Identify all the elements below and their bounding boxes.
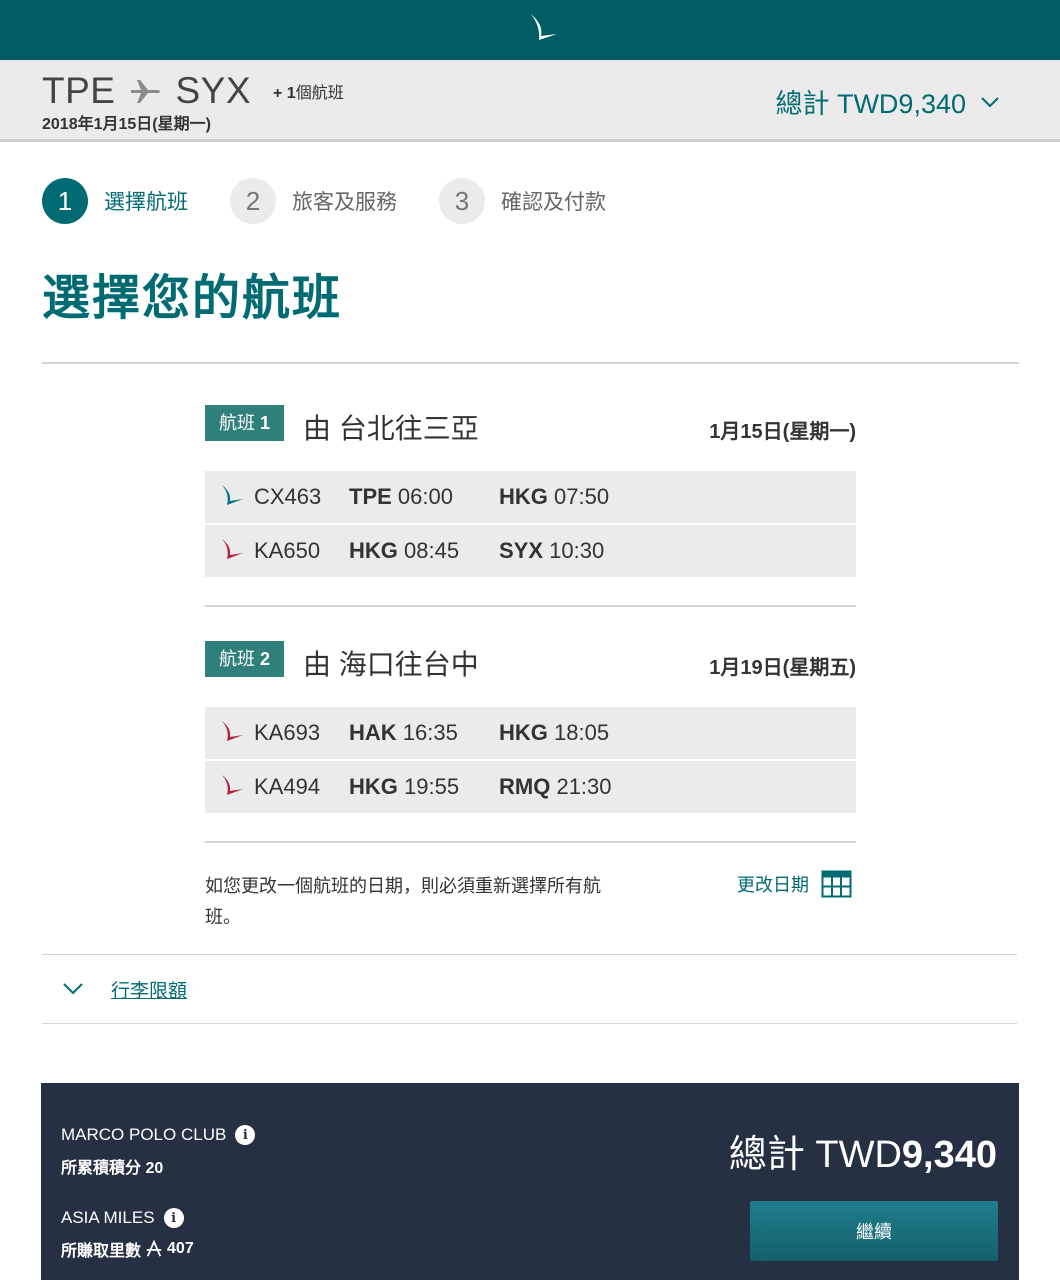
- flight-tag: 航班 1: [205, 405, 285, 441]
- flight-date: 1月15日(星期一): [709, 421, 856, 443]
- arrival: HKG 07:50: [499, 484, 610, 509]
- departure: TPE 06:00: [349, 484, 453, 509]
- mpc-label: MARCO POLO CLUB: [61, 1125, 227, 1144]
- am-label: ASIA MILES: [61, 1208, 155, 1227]
- step-passengers-services[interactable]: 2 旅客及服務: [230, 178, 397, 224]
- cathay-pacific-logo-icon: [222, 485, 243, 505]
- origin-code: TPE: [42, 70, 116, 111]
- progress-steps: 1 選擇航班 2 旅客及服務 3 確認及付款: [42, 178, 648, 224]
- departure: HKG 19:55: [349, 774, 460, 799]
- additional-flights: + 1個航班: [273, 85, 344, 102]
- arrival: HKG 18:05: [499, 720, 610, 745]
- flight-segment[interactable]: KA650 HKG 08:45 SYX 10:30: [205, 525, 856, 577]
- am-miles: 所賺取里數 407: [61, 1240, 194, 1260]
- brush-wing-logo-icon[interactable]: [527, 12, 561, 48]
- asia-miles-icon: [146, 1240, 162, 1257]
- step-number: 2: [230, 178, 276, 224]
- flight-header: 航班 2 由 海口往台中 1月19日(星期五): [205, 641, 856, 685]
- route-summary: TPE SYX: [42, 70, 251, 112]
- cathay-dragon-logo-icon: [222, 721, 243, 741]
- chevron-down-icon: [63, 983, 83, 995]
- flight-block-2: 航班 2 由 海口往台中 1月19日(星期五) KA693 HAK 16:35 …: [205, 641, 856, 815]
- divider: [42, 362, 1019, 364]
- header-total: 總計 TWD9,340: [775, 89, 966, 119]
- flight-segment[interactable]: KA494 HKG 19:55 RMQ 21:30: [205, 761, 856, 813]
- flight-number: KA650: [254, 538, 321, 563]
- baggage-allowance-link[interactable]: 行李限額: [111, 976, 187, 1003]
- page-title: 選擇您的航班: [42, 272, 343, 325]
- departure: HAK 16:35: [349, 720, 458, 745]
- flight-header: 航班 1 由 台北往三亞 1月15日(星期一): [205, 405, 856, 449]
- step-label: 選擇航班: [104, 191, 188, 214]
- flight-tag: 航班 2: [205, 641, 285, 677]
- header-total-toggle[interactable]: 總計 TWD9,340: [775, 82, 1000, 121]
- top-bar: [0, 0, 1060, 60]
- flight-block-1: 航班 1 由 台北往三亞 1月15日(星期一) CX463 TPE 06:00 …: [205, 405, 856, 579]
- flight-number: KA494: [254, 774, 321, 799]
- baggage-allowance-row[interactable]: 行李限額: [42, 954, 1017, 1024]
- continue-button[interactable]: 繼續: [750, 1201, 998, 1261]
- change-date-notice: 如您更改一個航班的日期，則必須重新選擇所有航班。: [205, 876, 601, 927]
- cathay-dragon-logo-icon: [222, 775, 243, 795]
- trip-date: 2018年1月15日(星期一): [42, 116, 211, 133]
- flight-segment[interactable]: CX463 TPE 06:00 HKG 07:50: [205, 471, 856, 523]
- chevron-down-icon: [981, 96, 999, 107]
- cathay-dragon-logo-icon: [222, 539, 243, 559]
- calendar-icon: [821, 870, 852, 898]
- footer-summary: MARCO POLO CLUB i 所累積積分 20 ASIA MILES i …: [41, 1083, 1019, 1280]
- info-icon[interactable]: i: [235, 1125, 256, 1145]
- step-number: 3: [439, 178, 485, 224]
- divider: [205, 605, 856, 607]
- info-icon[interactable]: i: [163, 1208, 184, 1228]
- destination-code: SYX: [175, 70, 252, 111]
- arrival: SYX 10:30: [499, 538, 605, 563]
- step-select-flight[interactable]: 1 選擇航班: [42, 178, 188, 224]
- flight-segment[interactable]: KA693 HAK 16:35 HKG 18:05: [205, 707, 856, 759]
- step-confirm-pay[interactable]: 3 確認及付款: [439, 178, 606, 224]
- arrival: RMQ 21:30: [499, 774, 612, 799]
- flight-number: KA693: [254, 720, 321, 745]
- flight-date: 1月19日(星期五): [709, 657, 856, 679]
- divider: [205, 841, 856, 843]
- flight-route: 由 台北往三亞: [303, 413, 479, 444]
- airplane-icon: [131, 80, 161, 103]
- step-label: 確認及付款: [501, 191, 606, 214]
- marco-polo-club: MARCO POLO CLUB i: [61, 1125, 256, 1145]
- departure: HKG 08:45: [349, 538, 460, 563]
- step-label: 旅客及服務: [292, 191, 397, 214]
- asia-miles: ASIA MILES i: [61, 1208, 184, 1228]
- mpc-points: 所累積積分 20: [61, 1160, 164, 1177]
- flight-number: CX463: [254, 484, 322, 509]
- flight-route: 由 海口往台中: [303, 649, 479, 680]
- trip-summary-bar: TPE SYX + 1個航班 2018年1月15日(星期一) 總計 TWD9,3…: [0, 60, 1060, 142]
- step-number: 1: [42, 178, 88, 224]
- change-date-button[interactable]: 更改日期: [737, 870, 852, 898]
- footer-total: 總計 TWD 9,340: [728, 1134, 997, 1176]
- change-date-label: 更改日期: [737, 875, 809, 895]
